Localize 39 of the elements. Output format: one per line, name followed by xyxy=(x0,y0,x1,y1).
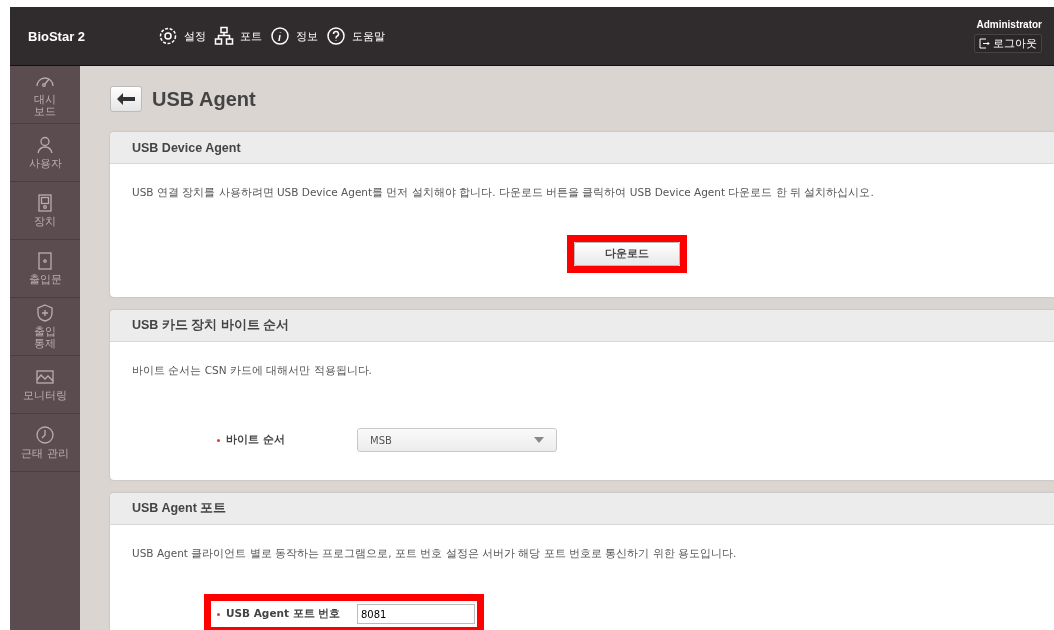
card-title: USB Device Agent xyxy=(132,140,241,155)
logout-icon xyxy=(979,38,990,49)
device-icon xyxy=(35,193,55,214)
info-icon xyxy=(270,26,290,46)
field-label: 바이트 순서 xyxy=(213,433,357,447)
back-arrow-icon xyxy=(117,93,135,105)
sidebar-item[interactable]: 사용자 xyxy=(10,124,80,182)
clock-icon xyxy=(35,425,55,446)
page-title: USB Agent xyxy=(152,87,256,111)
app-logo: BioStar 2 xyxy=(28,28,87,44)
settings-icon xyxy=(158,26,178,46)
sidebar-item[interactable]: 근태 관리 xyxy=(10,414,80,472)
description-text: USB Agent 클라이언트 별로 동작하는 프로그램으로, 포트 번호 설정은 서버가 해당 포트 번호로 통신하기 위한 용도입니다. xyxy=(132,547,738,561)
description-text: 바이트 순서는 CSN 카드에 대해서만 적용됩니다. xyxy=(132,364,373,378)
card-title: USB Agent 포트 xyxy=(132,500,227,517)
door-icon xyxy=(35,251,55,272)
network-icon xyxy=(214,26,234,46)
field-label: USB Agent 포트 번호 xyxy=(213,607,357,621)
byte-order-dropdown[interactable]: MSB xyxy=(357,428,557,452)
back-button[interactable] xyxy=(110,86,142,112)
sidebar-item[interactable]: 출입문 xyxy=(10,240,80,298)
help-icon xyxy=(326,26,346,46)
sidebar-item[interactable]: 대시 보드 xyxy=(10,66,80,124)
description-text: USB 연결 장치를 사용하려면 USB Device Agent를 먼저 설치해야 합니다. 다운로드 버튼을 클릭하여 USB Device Agent 다운로드 한 뒤 설치하십시오. xyxy=(132,186,875,200)
port-input[interactable]: 8081 xyxy=(357,604,475,624)
nav-link[interactable]: 도움말 xyxy=(326,26,385,46)
logout-button[interactable]: 로그아웃 xyxy=(974,34,1042,53)
download-button[interactable]: 다운로드 xyxy=(574,242,680,266)
user-icon xyxy=(35,135,55,156)
sidebar-item[interactable]: 출입 통제 xyxy=(10,298,80,356)
sidebar-item[interactable]: 모니터링 xyxy=(10,356,80,414)
caret-icon xyxy=(534,437,544,443)
nav-link[interactable]: 포트 xyxy=(214,26,262,46)
shield-icon xyxy=(35,303,55,324)
user-name: Administrator xyxy=(976,19,1042,30)
card-title: USB 카드 장치 바이트 순서 xyxy=(132,317,290,334)
sidebar-item[interactable]: 장치 xyxy=(10,182,80,240)
nav-link[interactable]: 정보 xyxy=(270,26,318,46)
nav-link[interactable]: 설정 xyxy=(158,26,206,46)
